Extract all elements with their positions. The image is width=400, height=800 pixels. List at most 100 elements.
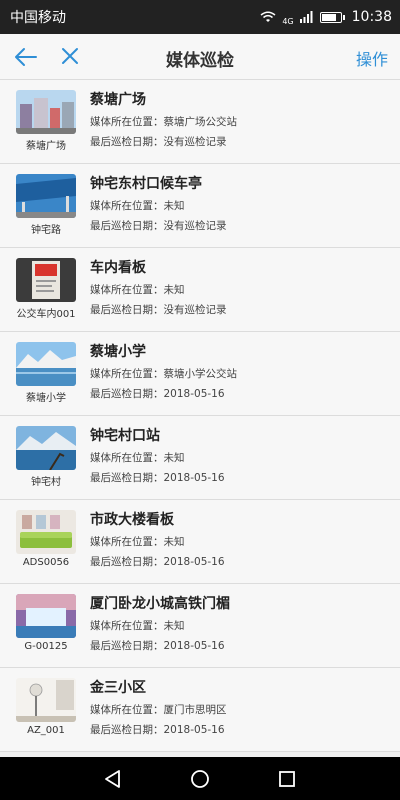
last-check-date: 最后巡检日期：2018-05-16 bbox=[90, 386, 225, 401]
location-label: 媒体所在位置： bbox=[90, 116, 164, 128]
media-name: 车内看板 bbox=[90, 260, 146, 276]
date-value: 没有巡检记录 bbox=[163, 136, 227, 148]
thumbnail-caption: ADS0056 bbox=[22, 557, 70, 568]
network-type: 4G bbox=[282, 16, 294, 26]
location-label: 媒体所在位置： bbox=[90, 536, 164, 548]
date-value: 2018-05-16 bbox=[163, 472, 225, 484]
media-thumbnail bbox=[16, 258, 76, 302]
nav-home-button[interactable] bbox=[187, 766, 213, 792]
location-value: 蔡塘小学公交站 bbox=[163, 368, 238, 380]
date-value: 没有巡检记录 bbox=[163, 220, 227, 232]
media-name: 市政大楼看板 bbox=[90, 512, 174, 528]
last-check-date: 最后巡检日期：没有巡检记录 bbox=[90, 218, 227, 233]
date-label: 最后巡检日期： bbox=[90, 556, 164, 568]
thumbnail-caption: 蔡塘小学 bbox=[26, 393, 66, 404]
thumbnail-caption: 钟宅村 bbox=[31, 477, 61, 488]
date-label: 最后巡检日期： bbox=[90, 136, 164, 148]
list-item[interactable]: G-00125 厦门卧龙小城高铁门楣 媒体所在位置：未知 最后巡检日期：2018… bbox=[0, 584, 400, 668]
signal-icon bbox=[299, 11, 313, 23]
status-indicators: 4G 10:38 bbox=[260, 9, 392, 26]
date-label: 最后巡检日期： bbox=[90, 472, 164, 484]
media-thumbnail bbox=[16, 594, 76, 638]
thumbnail-caption: 蔡塘广场 bbox=[26, 141, 66, 152]
last-check-date: 最后巡检日期：2018-05-16 bbox=[90, 554, 225, 569]
media-thumbnail bbox=[16, 90, 76, 134]
list-item[interactable]: 钟宅村 钟宅村口站 媒体所在位置：未知 最后巡检日期：2018-05-16 bbox=[0, 416, 400, 500]
date-label: 最后巡检日期： bbox=[90, 724, 164, 736]
thumbnail-caption: G-00125 bbox=[24, 641, 68, 652]
operation-button[interactable]: 操作 bbox=[356, 46, 388, 70]
location-label: 媒体所在位置： bbox=[90, 284, 164, 296]
list-item[interactable]: 蔡塘小学 蔡塘小学 媒体所在位置：蔡塘小学公交站 最后巡检日期：2018-05-… bbox=[0, 332, 400, 416]
list-item[interactable]: AZ_001 金三小区 媒体所在位置：厦门市思明区 最后巡检日期：2018-05… bbox=[0, 668, 400, 752]
media-thumbnail bbox=[16, 342, 76, 386]
media-name: 钟宅东村口候车亭 bbox=[90, 176, 202, 192]
last-check-date: 最后巡检日期：2018-05-16 bbox=[90, 470, 225, 485]
battery-icon bbox=[319, 11, 345, 23]
location-label: 媒体所在位置： bbox=[90, 452, 164, 464]
last-check-date: 最后巡检日期：没有巡检记录 bbox=[90, 302, 227, 317]
nav-back-button[interactable] bbox=[100, 766, 126, 792]
media-location: 媒体所在位置：厦门市思明区 bbox=[90, 702, 227, 717]
wifi-icon bbox=[260, 11, 276, 22]
status-bar: 中国移动 4G 10:38 bbox=[0, 0, 400, 34]
media-location: 媒体所在位置：未知 bbox=[90, 618, 185, 633]
date-value: 没有巡检记录 bbox=[163, 304, 227, 316]
location-value: 未知 bbox=[163, 536, 185, 548]
media-name: 金三小区 bbox=[90, 680, 146, 696]
date-value: 2018-05-16 bbox=[163, 556, 225, 568]
location-value: 未知 bbox=[163, 452, 185, 464]
date-value: 2018-05-16 bbox=[163, 388, 225, 400]
nav-recents-button[interactable] bbox=[274, 766, 300, 792]
last-check-date: 最后巡检日期：2018-05-16 bbox=[90, 722, 225, 737]
location-label: 媒体所在位置： bbox=[90, 200, 164, 212]
thumbnail-caption: 钟宅路 bbox=[31, 225, 61, 236]
media-name: 钟宅村口站 bbox=[90, 428, 160, 444]
last-check-date: 最后巡检日期：没有巡检记录 bbox=[90, 134, 227, 149]
media-list: 蔡塘广场 蔡塘广场 媒体所在位置：蔡塘广场公交站 最后巡检日期：没有巡检记录 钟… bbox=[0, 80, 400, 757]
location-label: 媒体所在位置： bbox=[90, 704, 164, 716]
date-value: 2018-05-16 bbox=[163, 724, 225, 736]
location-value: 未知 bbox=[163, 620, 185, 632]
list-item[interactable]: 钟宅路 钟宅东村口候车亭 媒体所在位置：未知 最后巡检日期：没有巡检记录 bbox=[0, 164, 400, 248]
date-label: 最后巡检日期： bbox=[90, 388, 164, 400]
battery-level bbox=[321, 13, 337, 21]
system-nav-bar bbox=[0, 757, 400, 800]
media-thumbnail bbox=[16, 510, 76, 554]
date-label: 最后巡检日期： bbox=[90, 220, 164, 232]
media-name: 厦门卧龙小城高铁门楣 bbox=[90, 596, 230, 612]
list-item[interactable]: 蔡塘广场 蔡塘广场 媒体所在位置：蔡塘广场公交站 最后巡检日期：没有巡检记录 bbox=[0, 80, 400, 164]
location-value: 未知 bbox=[163, 284, 185, 296]
thumbnail-caption: AZ_001 bbox=[27, 725, 65, 736]
location-value: 蔡塘广场公交站 bbox=[163, 116, 238, 128]
media-location: 媒体所在位置：未知 bbox=[90, 450, 185, 465]
media-thumbnail bbox=[16, 174, 76, 218]
home-icon bbox=[191, 769, 209, 788]
nav-bar: 媒体巡检 操作 bbox=[0, 34, 400, 80]
media-location: 媒体所在位置：蔡塘广场公交站 bbox=[90, 114, 237, 129]
list-item[interactable]: ADS0056 市政大楼看板 媒体所在位置：未知 最后巡检日期：2018-05-… bbox=[0, 500, 400, 584]
media-name: 蔡塘广场 bbox=[90, 92, 146, 108]
location-value: 厦门市思明区 bbox=[163, 704, 227, 716]
nav-back-icon bbox=[105, 769, 121, 788]
location-label: 媒体所在位置： bbox=[90, 620, 164, 632]
media-name: 蔡塘小学 bbox=[90, 344, 146, 360]
location-value: 未知 bbox=[163, 200, 185, 212]
date-label: 最后巡检日期： bbox=[90, 640, 164, 652]
media-location: 媒体所在位置：未知 bbox=[90, 282, 185, 297]
date-value: 2018-05-16 bbox=[163, 640, 225, 652]
media-thumbnail bbox=[16, 426, 76, 470]
last-check-date: 最后巡检日期：2018-05-16 bbox=[90, 638, 225, 653]
media-location: 媒体所在位置：未知 bbox=[90, 198, 185, 213]
carrier-name: 中国移动 bbox=[10, 10, 66, 26]
date-label: 最后巡检日期： bbox=[90, 304, 164, 316]
location-label: 媒体所在位置： bbox=[90, 368, 164, 380]
page-title: 媒体巡检 bbox=[166, 51, 234, 71]
thumbnail-caption: 公交车内001 bbox=[16, 309, 76, 320]
media-thumbnail bbox=[16, 678, 76, 722]
media-location: 媒体所在位置：未知 bbox=[90, 534, 185, 549]
recents-icon bbox=[278, 770, 295, 787]
list-item[interactable]: 公交车内001 车内看板 媒体所在位置：未知 最后巡检日期：没有巡检记录 bbox=[0, 248, 400, 332]
clock: 10:38 bbox=[351, 9, 392, 25]
media-location: 媒体所在位置：蔡塘小学公交站 bbox=[90, 366, 237, 381]
